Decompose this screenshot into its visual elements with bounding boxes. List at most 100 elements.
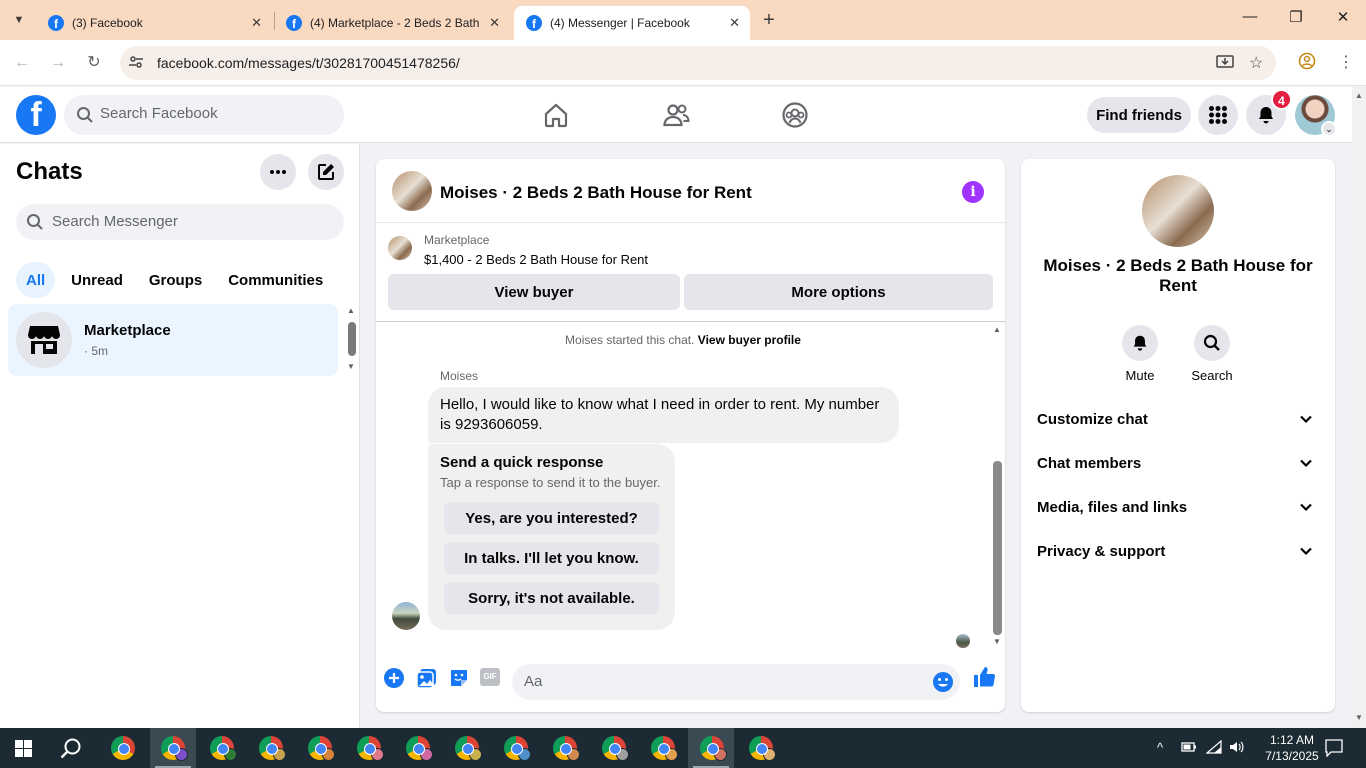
close-icon[interactable]: ✕: [489, 15, 500, 31]
search-action[interactable]: Search: [1182, 325, 1242, 383]
close-icon[interactable]: ✕: [729, 15, 740, 31]
chrome-profile-taskbar-icon[interactable]: [259, 736, 286, 761]
forward-icon[interactable]: →: [46, 51, 70, 75]
plus-circle-icon[interactable]: [383, 667, 405, 689]
page-scrollbar[interactable]: ▲ ▼: [1352, 87, 1366, 728]
conversation-title[interactable]: Moises · 2 Beds 2 Bath House for Rent: [440, 183, 752, 203]
groups-icon[interactable]: [781, 101, 809, 129]
scroll-up-icon[interactable]: ▲: [1355, 91, 1363, 100]
chrome-profile-taskbar-icon[interactable]: [749, 736, 776, 761]
install-app-icon[interactable]: [1216, 53, 1234, 76]
window-close-icon[interactable]: ✕: [1331, 8, 1355, 26]
new-message-button[interactable]: [308, 154, 344, 190]
windows-start-icon[interactable]: [15, 740, 32, 762]
chat-options-button[interactable]: [260, 154, 296, 190]
taskbar-search-icon[interactable]: [60, 737, 82, 764]
notification-center-icon[interactable]: [1325, 739, 1343, 760]
chrome-profile-taskbar-icon[interactable]: [210, 736, 237, 761]
privacy-support-section[interactable]: Privacy & support: [1029, 530, 1327, 574]
message-input-wrapper[interactable]: [512, 664, 960, 700]
chrome-taskbar-icon[interactable]: [111, 736, 135, 760]
scroll-thumb[interactable]: [993, 461, 1002, 635]
scroll-up-icon[interactable]: ▲: [347, 306, 355, 315]
facebook-search[interactable]: [64, 95, 344, 135]
chrome-profile-taskbar-icon[interactable]: [406, 736, 433, 761]
more-options-button[interactable]: More options: [684, 274, 993, 310]
chrome-menu-icon[interactable]: ⋮: [1338, 52, 1354, 72]
quick-response-not-available[interactable]: Sorry, it's not available.: [444, 582, 659, 614]
menu-grid-button[interactable]: [1198, 95, 1238, 135]
filter-all[interactable]: All: [16, 262, 56, 298]
message-input[interactable]: [524, 673, 924, 690]
listing-thumbnail[interactable]: [388, 236, 412, 260]
emoji-icon[interactable]: [932, 671, 954, 693]
chrome-profile-taskbar-icon[interactable]: [602, 736, 629, 761]
filter-groups[interactable]: Groups: [139, 262, 212, 298]
back-icon[interactable]: ←: [10, 51, 34, 75]
profile-icon[interactable]: [1298, 52, 1316, 75]
mute-action[interactable]: Mute: [1110, 325, 1170, 383]
info-icon[interactable]: i: [962, 181, 984, 203]
profile-picture[interactable]: [1142, 175, 1214, 247]
taskbar-clock[interactable]: 1:12 AM 7/13/2025: [1257, 732, 1327, 764]
tab-search-chevron-icon[interactable]: ▼: [6, 8, 32, 32]
chrome-profile-taskbar-icon[interactable]: [308, 736, 335, 761]
view-buyer-button[interactable]: View buyer: [388, 274, 680, 310]
battery-icon[interactable]: [1181, 740, 1197, 757]
home-icon[interactable]: [542, 101, 570, 129]
thread-scrollbar[interactable]: ▲ ▼: [990, 323, 1004, 653]
search-conversation-button[interactable]: [1194, 325, 1230, 361]
chrome-profile-taskbar-icon[interactable]: [651, 736, 678, 761]
tab-messenger[interactable]: f (4) Messenger | Facebook ✕: [514, 6, 750, 40]
tab-facebook[interactable]: f (3) Facebook ✕: [36, 6, 272, 40]
chrome-profile-taskbar-icon[interactable]: [553, 736, 580, 761]
tray-chevron-icon[interactable]: ^: [1157, 740, 1163, 755]
chat-members-section[interactable]: Chat members: [1029, 442, 1327, 486]
reload-icon[interactable]: ↻: [82, 51, 106, 75]
photo-icon[interactable]: [416, 667, 438, 689]
messenger-search[interactable]: [16, 204, 344, 240]
scroll-up-icon[interactable]: ▲: [993, 325, 1001, 334]
chrome-profile-taskbar-icon[interactable]: [504, 736, 531, 761]
messenger-search-input[interactable]: [52, 213, 332, 230]
customize-chat-section[interactable]: Customize chat: [1029, 398, 1327, 442]
chat-list-scrollbar[interactable]: ▲ ▼: [344, 304, 358, 374]
gif-icon[interactable]: GIF: [480, 668, 500, 686]
minimize-icon[interactable]: —: [1238, 8, 1262, 25]
bookmark-star-icon[interactable]: ☆: [1249, 53, 1263, 73]
quick-response-yes[interactable]: Yes, are you interested?: [444, 502, 659, 534]
mute-button[interactable]: [1122, 325, 1158, 361]
site-settings-icon[interactable]: [128, 54, 144, 73]
tab-marketplace[interactable]: f (4) Marketplace - 2 Beds 2 Bath ✕: [274, 6, 510, 40]
wifi-icon[interactable]: [1205, 739, 1222, 757]
scroll-thumb[interactable]: [348, 322, 356, 356]
listing-title[interactable]: $1,400 - 2 Beds 2 Bath House for Rent: [424, 252, 648, 267]
scroll-down-icon[interactable]: ▼: [1355, 713, 1363, 722]
sender-avatar[interactable]: [392, 602, 420, 630]
view-buyer-profile-link[interactable]: View buyer profile: [698, 333, 801, 347]
quick-response-in-talks[interactable]: In talks. I'll let you know.: [444, 542, 659, 574]
chrome-profile-taskbar-icon[interactable]: [700, 736, 727, 761]
chat-list-item[interactable]: Marketplace · 5m: [8, 304, 338, 376]
scroll-down-icon[interactable]: ▼: [347, 362, 355, 371]
scroll-down-icon[interactable]: ▼: [993, 637, 1001, 646]
chrome-profile-taskbar-icon[interactable]: [161, 736, 188, 761]
media-files-links-section[interactable]: Media, files and links: [1029, 486, 1327, 530]
close-icon[interactable]: ✕: [251, 15, 262, 31]
friends-icon[interactable]: [662, 101, 690, 129]
chrome-profile-taskbar-icon[interactable]: [455, 736, 482, 761]
filter-unread[interactable]: Unread: [61, 262, 133, 298]
find-friends-button[interactable]: Find friends: [1087, 97, 1191, 133]
restore-icon[interactable]: ❐: [1284, 8, 1308, 26]
listing-avatar[interactable]: [392, 171, 432, 211]
thumbs-up-icon[interactable]: [972, 665, 996, 687]
address-bar[interactable]: facebook.com/messages/t/3028170045147825…: [120, 46, 1276, 80]
chrome-profile-taskbar-icon[interactable]: [357, 736, 384, 761]
chevron-down-icon[interactable]: ⌄: [1321, 121, 1337, 137]
filter-communities[interactable]: Communities: [218, 262, 333, 298]
facebook-search-input[interactable]: [100, 105, 330, 122]
volume-icon[interactable]: [1229, 740, 1245, 757]
sticker-icon[interactable]: [448, 667, 470, 689]
facebook-logo-icon[interactable]: f: [16, 95, 56, 135]
new-tab-button[interactable]: +: [758, 8, 780, 32]
